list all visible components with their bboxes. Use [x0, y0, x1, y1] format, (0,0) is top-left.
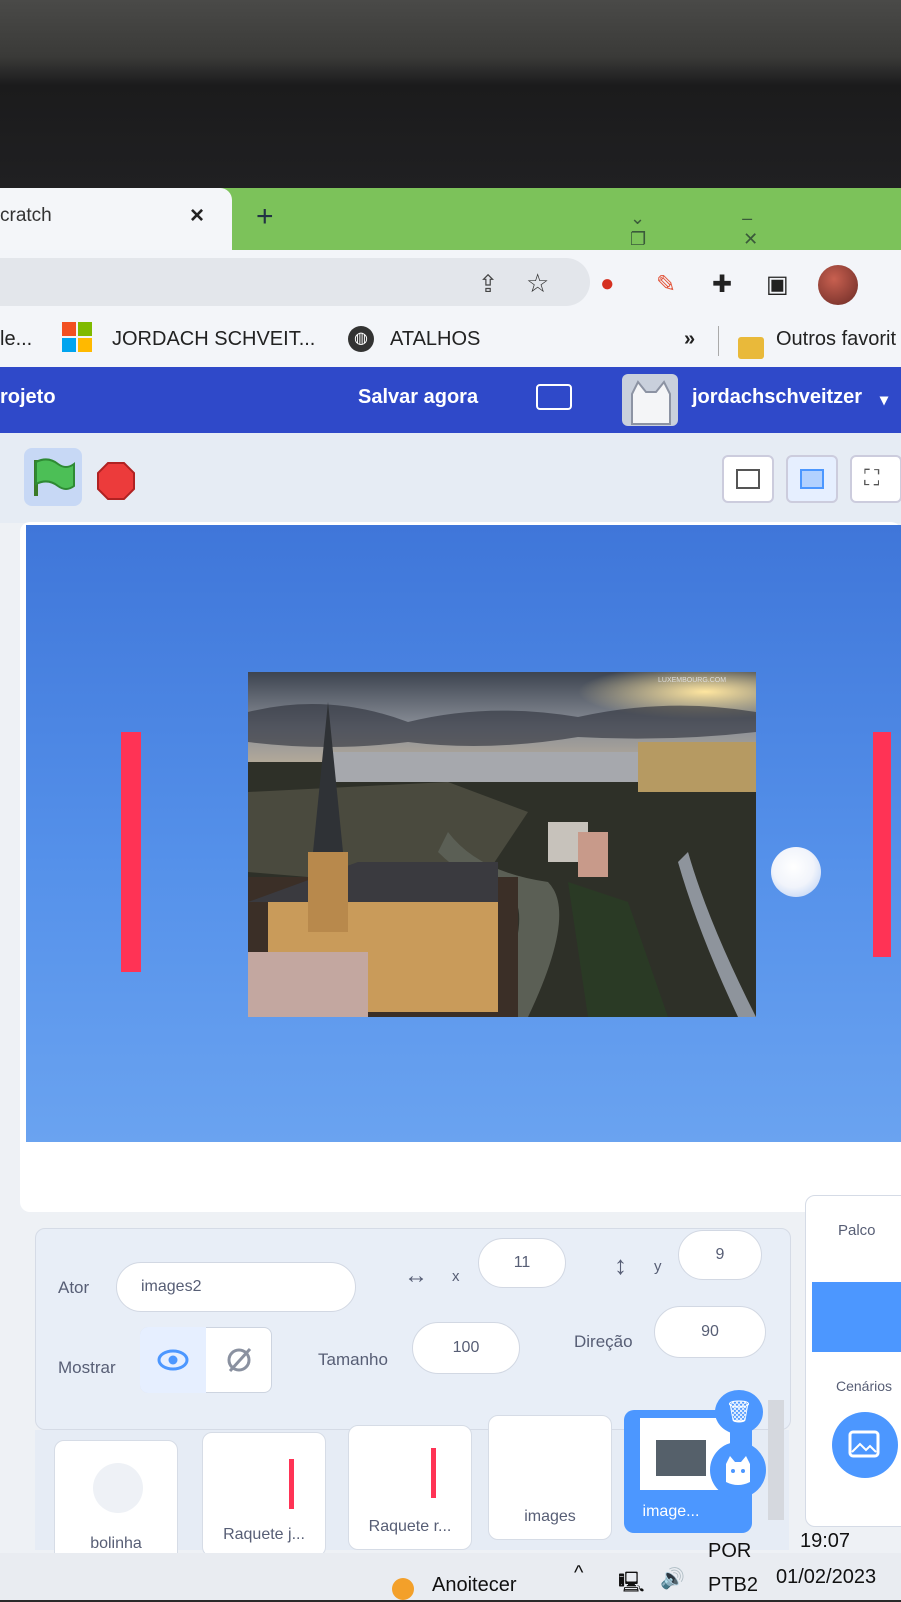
sprite-name-input[interactable]: images2: [116, 1262, 356, 1312]
size-label: Tamanho: [318, 1350, 388, 1369]
tray-chevron-icon[interactable]: ^: [574, 1562, 583, 1585]
choose-backdrop-button[interactable]: [832, 1412, 898, 1478]
size-input[interactable]: 100: [412, 1322, 520, 1374]
lang-bottom[interactable]: PTB2: [708, 1574, 758, 1597]
monitor-bezel: [0, 0, 901, 190]
username[interactable]: jordachschveitzer: [692, 386, 862, 409]
side-panel-icon[interactable]: ▣: [766, 270, 789, 299]
window-controls[interactable]: ⌄ – ❐ ✕: [630, 208, 901, 250]
paddle-left[interactable]: [121, 732, 141, 972]
sprite-name: images: [524, 1508, 576, 1525]
more-bookmarks-icon[interactable]: »: [684, 328, 695, 351]
sprite-name: bolinha: [90, 1535, 142, 1552]
stop-button[interactable]: [97, 462, 135, 500]
profile-avatar[interactable]: [818, 265, 858, 305]
direction-label: Direção: [574, 1332, 633, 1351]
clock-date[interactable]: 01/02/2023: [776, 1566, 876, 1589]
horizontal-arrows-icon: ↔: [404, 1262, 428, 1289]
sprite-name: Raquete r...: [368, 1518, 452, 1535]
ball-sprite[interactable]: [771, 847, 821, 897]
choose-sprite-button[interactable]: [710, 1442, 766, 1498]
show-visible-button[interactable]: [140, 1327, 206, 1393]
network-icon[interactable]: 🖳: [618, 1568, 645, 1602]
eye-slash-icon: [227, 1347, 252, 1373]
fullscreen-icon[interactable]: ⛶: [850, 455, 901, 503]
show-label: Mostrar: [58, 1358, 116, 1377]
city-photo: LUXEMBOURG.COM: [248, 672, 756, 1017]
globe-icon: ◍: [348, 326, 374, 352]
actor-label: Ator: [58, 1278, 90, 1297]
photo-watermark: LUXEMBOURG.COM: [658, 677, 726, 684]
paddle-right[interactable]: [873, 732, 891, 957]
sprite-name: Raquete j...: [223, 1526, 305, 1543]
extension-rocket-icon[interactable]: ✎: [656, 270, 676, 299]
backdrops-label: Cenários: [836, 1378, 893, 1394]
stage-thumbnail[interactable]: [812, 1282, 901, 1352]
tab-close-icon[interactable]: ×: [190, 202, 204, 230]
clock-time[interactable]: 19:07: [800, 1530, 850, 1553]
divider: [718, 326, 719, 356]
city-photo-sprite[interactable]: LUXEMBOURG.COM: [248, 672, 756, 1017]
green-flag-icon: [34, 458, 75, 496]
cat-add-icon: [726, 1456, 750, 1485]
my-stuff-folder-icon[interactable]: [536, 384, 572, 410]
share-icon[interactable]: ⇪: [478, 270, 498, 299]
direction-input[interactable]: 90: [654, 1306, 766, 1358]
small-stage-button[interactable]: [722, 455, 774, 503]
weather-icon: [392, 1578, 414, 1600]
x-input[interactable]: 11: [478, 1238, 566, 1288]
image-add-icon: [848, 1430, 880, 1458]
bookmark-item[interactable]: le...: [0, 328, 32, 351]
bookmark-star-icon[interactable]: ☆: [526, 268, 549, 299]
menu-project[interactable]: rojeto: [0, 386, 56, 409]
new-tab-button[interactable]: +: [256, 200, 274, 234]
show-hidden-button[interactable]: [206, 1327, 272, 1393]
weather-label[interactable]: Anoitecer: [432, 1574, 517, 1597]
stage-panel-title: Palco: [838, 1222, 876, 1239]
bookmark-other[interactable]: Outros favorit: [776, 328, 896, 351]
user-caret-icon[interactable]: ▾: [880, 390, 888, 410]
cat-avatar-icon: [631, 380, 671, 425]
sprite-list-scrollbar[interactable]: [768, 1400, 784, 1520]
address-bar[interactable]: [0, 258, 590, 306]
user-avatar[interactable]: [622, 374, 678, 426]
bookmark-atalhos[interactable]: ATALHOS: [390, 328, 480, 351]
y-input[interactable]: 9: [678, 1230, 762, 1280]
y-label: y: [654, 1258, 662, 1275]
trash-icon: 🗑: [725, 1399, 753, 1424]
eye-icon: [157, 1349, 189, 1371]
folder-icon: [738, 337, 764, 359]
microsoft-logo-icon: [62, 322, 92, 352]
delete-sprite-button[interactable]: 🗑: [715, 1390, 763, 1434]
extension-devil-icon[interactable]: ●: [600, 270, 615, 298]
vertical-arrows-icon: ↕: [614, 1250, 627, 1280]
green-flag-button[interactable]: [24, 448, 82, 506]
volume-icon[interactable]: 🔊: [660, 1566, 685, 1591]
tab-title: cratch: [0, 205, 52, 226]
large-stage-button[interactable]: [786, 455, 838, 503]
extensions-puzzle-icon[interactable]: ✚: [712, 270, 732, 299]
lang-top[interactable]: POR: [708, 1540, 751, 1563]
x-label: x: [452, 1268, 460, 1285]
bookmark-jordach[interactable]: JORDACH SCHVEIT...: [112, 328, 315, 351]
save-now-button[interactable]: Salvar agora: [358, 386, 478, 409]
sprite-name: image...: [642, 1503, 700, 1520]
